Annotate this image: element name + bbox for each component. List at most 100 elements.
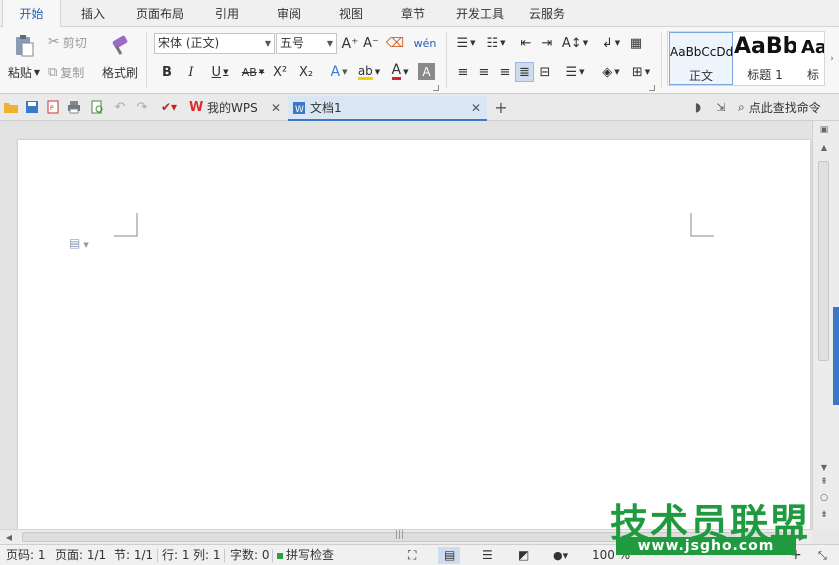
find-command-search[interactable]: ⌕ 点此查找命令 xyxy=(738,98,837,116)
share-icon[interactable]: ⇲ xyxy=(712,99,730,115)
export-pdf-icon[interactable]: P xyxy=(45,99,61,115)
vertical-scrollbar[interactable]: ▣ ▲ ▼ ⇞ ○ ⇟ xyxy=(812,121,839,529)
style-heading-2[interactable]: Aa 标 xyxy=(797,32,824,85)
superscript-button[interactable]: X² xyxy=(270,62,290,82)
align-justify-button[interactable]: ≣ xyxy=(515,62,534,82)
bullet-list-button[interactable]: ☰ ▼ xyxy=(452,33,480,53)
table-button[interactable]: ▦ xyxy=(626,33,646,53)
paragraph-dialog-launcher[interactable] xyxy=(649,85,655,91)
borders-button[interactable]: ⊞ ▼ xyxy=(627,62,655,82)
web-view-button[interactable]: ◩ xyxy=(512,547,534,564)
align-right-button[interactable]: ≡ xyxy=(496,62,514,82)
save-icon[interactable] xyxy=(24,99,40,115)
format-painter-button[interactable]: 格式刷 xyxy=(100,63,140,81)
increase-indent-button[interactable]: ⇥ xyxy=(537,33,557,53)
align-center-button[interactable]: ≡ xyxy=(475,62,493,82)
font-dialog-launcher[interactable] xyxy=(433,85,439,91)
style-heading-1[interactable]: AaBb 标题 1 xyxy=(734,32,796,85)
chevron-down-icon: ▼ xyxy=(264,39,271,48)
tab-chapter[interactable]: 章节 xyxy=(386,0,440,27)
comment-toggle-icon[interactable]: ◗ xyxy=(690,99,706,115)
spell-check-status[interactable]: 拼写检查 xyxy=(277,545,334,565)
text-effect-button[interactable]: A ▼ xyxy=(324,62,354,82)
tab-developer-tools[interactable]: 开发工具 xyxy=(448,0,512,27)
status-column[interactable]: 列: 1 xyxy=(193,545,221,565)
tab-view[interactable]: 视图 xyxy=(324,0,378,27)
tab-home[interactable]: 开始 xyxy=(2,0,61,28)
scroll-up-arrow-icon[interactable]: ▲ xyxy=(817,141,831,153)
status-row[interactable]: 行: 1 xyxy=(162,545,190,565)
page-view-button[interactable]: ▤ xyxy=(438,547,460,564)
decrease-indent-button[interactable]: ⇤ xyxy=(516,33,536,53)
previous-page-icon[interactable]: ⇞ xyxy=(817,475,831,489)
scroll-left-arrow-icon[interactable]: ◀ xyxy=(3,531,15,543)
numbered-list-button[interactable]: ☷ ▼ xyxy=(482,33,510,53)
print-icon[interactable] xyxy=(66,99,82,115)
select-browse-object-icon[interactable]: ○ xyxy=(817,491,831,505)
format-painter-icon[interactable] xyxy=(106,33,134,59)
bold-button[interactable]: B xyxy=(158,62,176,82)
indent-icon: ⇥ xyxy=(541,35,553,51)
side-panel-toggle[interactable] xyxy=(833,307,839,405)
underline-button[interactable]: U ▼ xyxy=(206,62,234,82)
next-page-icon[interactable]: ⇟ xyxy=(817,508,831,522)
copy-button[interactable]: ⧉ 复制 xyxy=(48,63,98,81)
reading-mode-button[interactable]: ●▾ xyxy=(548,547,578,564)
distributed-align-button[interactable]: ⊟ xyxy=(536,62,554,82)
vertical-scroll-thumb[interactable] xyxy=(818,161,829,361)
font-color-button[interactable]: A ▼ xyxy=(386,62,414,82)
phonetic-guide-button[interactable]: wén xyxy=(410,33,440,54)
tab-cloud-service[interactable]: 云服务 xyxy=(520,0,574,27)
style-name: 标 xyxy=(807,68,820,82)
shrink-font-button[interactable]: A⁻ xyxy=(361,33,381,54)
customize-toolbar-icon[interactable]: ✔▾ xyxy=(160,99,178,115)
chevron-down-icon: ▼ xyxy=(33,67,41,77)
shading-fill-button[interactable]: ◈ ▼ xyxy=(597,62,625,82)
grow-font-button[interactable]: A⁺ xyxy=(340,33,360,54)
focus-mode-button[interactable]: ⛶ xyxy=(403,547,425,564)
scroll-down-arrow-icon[interactable]: ▼ xyxy=(817,461,831,473)
paste-button[interactable]: 粘贴 ▼ xyxy=(4,63,44,81)
print-preview-icon[interactable] xyxy=(89,99,105,115)
text-direction-button[interactable]: A↕ ▼ xyxy=(561,33,589,53)
status-word-count[interactable]: 字数: 0 xyxy=(230,545,270,565)
status-page-code[interactable]: 页码: 1 xyxy=(6,545,46,565)
new-tab-plus-icon[interactable]: + xyxy=(492,98,510,117)
tab-references[interactable]: 引用 xyxy=(200,0,254,27)
tab-insert[interactable]: 插入 xyxy=(66,0,120,27)
close-icon[interactable]: ✕ xyxy=(471,96,481,120)
status-page-count[interactable]: 页面: 1/1 xyxy=(55,545,106,565)
tab-document[interactable]: W 文档1 ✕ xyxy=(288,96,487,121)
split-view-icon[interactable]: ▣ xyxy=(817,123,831,136)
subscript-button[interactable]: X₂ xyxy=(296,62,316,82)
line-spacing-button[interactable]: ☰ ▼ xyxy=(561,62,589,82)
tab-my-wps[interactable]: W 我的WPS ✕ xyxy=(185,96,287,121)
copy-label: 复制 xyxy=(60,65,85,80)
strikethrough-button[interactable]: AB ▼ xyxy=(238,62,268,82)
outline-view-button[interactable]: ☰ xyxy=(476,547,498,564)
clear-format-button[interactable]: ⌫ xyxy=(385,33,405,54)
document-page[interactable]: ▤ ▼ xyxy=(18,140,810,529)
status-section[interactable]: 节: 1/1 xyxy=(114,545,153,565)
fit-page-icon[interactable]: ⤡ xyxy=(818,545,827,565)
undo-icon[interactable]: ↶ xyxy=(112,99,128,115)
character-shading-button[interactable]: A xyxy=(418,63,435,80)
strikethrough-icon: AB xyxy=(241,65,257,79)
italic-button[interactable]: I xyxy=(182,62,200,82)
paste-options-icon[interactable]: ▤ ▼ xyxy=(69,236,99,254)
paste-icon[interactable] xyxy=(6,33,42,59)
tab-page-layout[interactable]: 页面布局 xyxy=(128,0,192,27)
redo-icon[interactable]: ↷ xyxy=(134,99,150,115)
tab-review[interactable]: 审阅 xyxy=(262,0,316,27)
highlight-button[interactable]: ab ▼ xyxy=(354,62,384,82)
close-icon[interactable]: ✕ xyxy=(271,96,281,120)
align-right-icon: ≡ xyxy=(499,64,511,80)
styles-scroll-button[interactable]: › xyxy=(826,33,838,85)
align-left-button[interactable]: ≡ xyxy=(454,62,472,82)
font-size-select[interactable]: 五号 ▼ xyxy=(276,33,337,54)
style-normal[interactable]: AaBbCcDd 正文 xyxy=(669,32,733,85)
cut-button[interactable]: ✂ 剪切 xyxy=(48,33,98,51)
font-name-select[interactable]: 宋体 (正文) ▼ xyxy=(154,33,275,54)
paragraph-marks-button[interactable]: ↲ ▼ xyxy=(597,33,625,53)
open-folder-icon[interactable] xyxy=(3,99,19,115)
